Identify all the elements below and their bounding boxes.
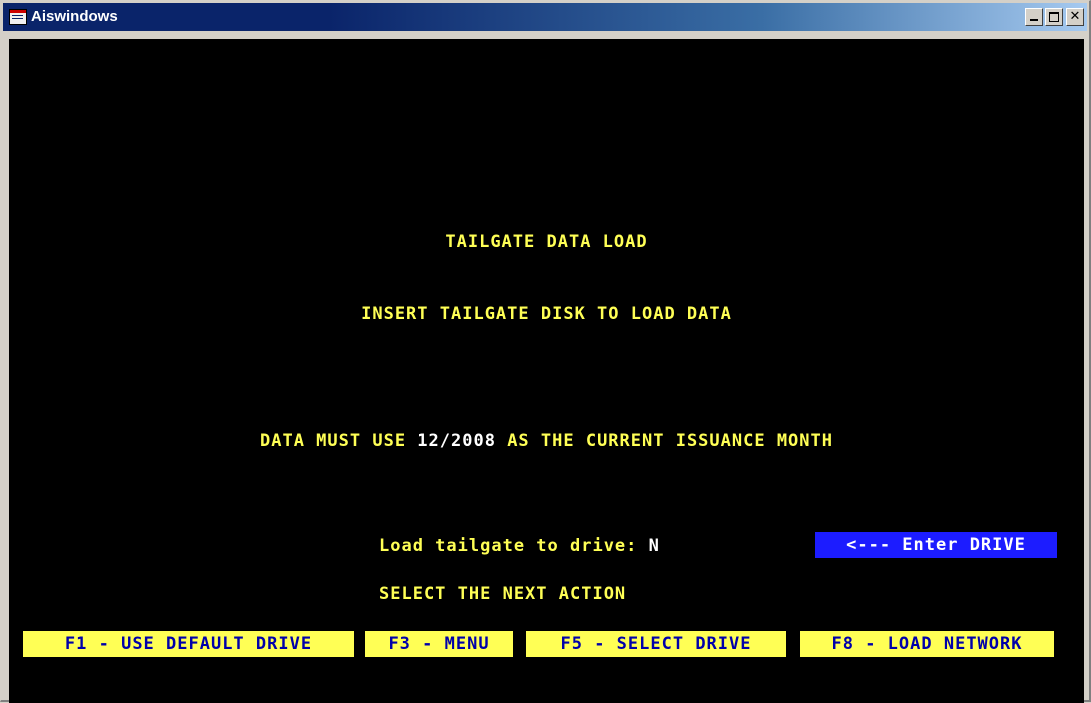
issuance-month-value: 12/2008 <box>417 431 496 451</box>
console-screen[interactable]: TAILGATE DATA LOAD INSERT TAILGATE DISK … <box>9 39 1084 703</box>
title-bar[interactable]: Aiswindows ✕ <box>3 3 1087 31</box>
issuance-month-prefix: DATA MUST USE <box>260 431 418 451</box>
insert-disk-instruction: INSERT TAILGATE DISK TO LOAD DATA <box>361 304 732 324</box>
issuance-month-notice: DATA MUST USE 12/2008 AS THE CURRENT ISS… <box>9 431 1084 451</box>
next-action-prompt: SELECT THE NEXT ACTION <box>379 584 627 604</box>
window-title: Aiswindows <box>31 8 118 25</box>
close-button[interactable]: ✕ <box>1066 8 1084 26</box>
load-drive-label: Load tailgate to drive: <box>379 536 649 556</box>
f8-load-network-button[interactable]: F8 - LOAD NETWORK <box>800 631 1054 657</box>
f3-menu-button[interactable]: F3 - MENU <box>365 631 513 657</box>
issuance-month-suffix: AS THE CURRENT ISSUANCE MONTH <box>495 431 833 451</box>
enter-drive-prompt: <--- Enter DRIVE <box>815 532 1057 558</box>
f1-default-drive-button[interactable]: F1 - USE DEFAULT DRIVE <box>23 631 354 657</box>
load-drive-input[interactable]: N <box>649 536 660 556</box>
load-drive-field[interactable]: Load tailgate to drive: N <box>379 536 660 556</box>
app-window: Aiswindows ✕ TAILGATE DATA LOAD INSERT T… <box>0 0 1091 703</box>
minimize-button[interactable] <box>1025 8 1043 26</box>
screen-heading: TAILGATE DATA LOAD <box>445 232 648 252</box>
app-window-icon[interactable] <box>9 9 27 25</box>
close-icon: ✕ <box>1069 9 1081 24</box>
maximize-button[interactable] <box>1045 8 1063 26</box>
f5-select-drive-button[interactable]: F5 - SELECT DRIVE <box>526 631 786 657</box>
